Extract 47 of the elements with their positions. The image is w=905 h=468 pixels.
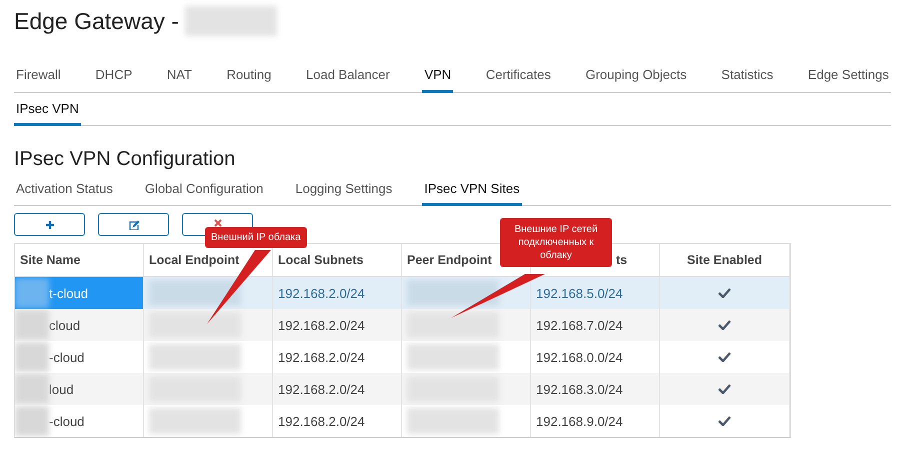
table-row[interactable]: t-cloud 192.168.2.0/24 192.168.5.0/24 [15, 277, 790, 309]
tab[interactable]: IPsec VPN Sites [422, 177, 522, 206]
blurred-area [15, 278, 49, 308]
tab[interactable]: Routing [224, 63, 274, 93]
tab[interactable]: Load Balancer [304, 63, 392, 93]
tab[interactable]: NAT [164, 63, 194, 93]
table-cell: 192.168.0.0/24 [536, 350, 623, 364]
tab[interactable]: Statistics [719, 63, 776, 93]
tab[interactable]: Firewall [14, 63, 63, 93]
tab[interactable]: Certificates [484, 63, 553, 93]
tab[interactable]: Activation Status [14, 177, 115, 206]
add-icon [44, 220, 54, 230]
table-cell: 192.168.5.0/24 [536, 286, 623, 300]
table-cell: 192.168.7.0/24 [536, 318, 623, 332]
tab[interactable]: Global Configuration [142, 177, 266, 206]
tab[interactable]: Edge Settings [806, 63, 891, 93]
table-cell: 192.168.2.0/24 [278, 286, 365, 300]
column-header: Site Enabled [660, 244, 790, 276]
callout-tooltip: Внешний IP облака [205, 227, 307, 248]
table-cell: 192.168.3.0/24 [536, 382, 623, 396]
edit-icon [128, 220, 140, 230]
callout-tooltip: Внешние IP сетей подключенных к облаку [500, 218, 612, 267]
edit-button[interactable] [98, 213, 169, 236]
tab[interactable]: IPsec VPN [14, 93, 81, 126]
table-row[interactable]: -cloud 192.168.2.0/24 192.168.9.0/24 [15, 405, 790, 437]
table-cell: t-cloud [49, 286, 88, 300]
tab[interactable]: VPN [422, 63, 454, 93]
table-row[interactable]: loud 192.168.2.0/24 192.168.3.0/24 [15, 373, 790, 405]
table-cell: 192.168.2.0/24 [278, 318, 365, 332]
table-cell: cloud [49, 318, 80, 332]
close-icon [214, 219, 222, 227]
add-button[interactable] [14, 213, 85, 236]
table-cell: 192.168.9.0/24 [536, 414, 623, 428]
table-row[interactable]: -cloud 192.168.2.0/24 192.168.0.0/24 [15, 341, 790, 373]
table-row[interactable]: cloud 192.168.2.0/24 192.168.7.0/24 [15, 309, 790, 341]
column-header: Site Name [15, 244, 144, 276]
section-title: IPsec VPN Configuration [14, 148, 236, 171]
table-cell: 192.168.2.0/24 [278, 414, 365, 428]
tab[interactable]: Logging Settings [293, 177, 394, 206]
page-title: Edge Gateway - [14, 8, 179, 34]
tab[interactable]: DHCP [93, 63, 134, 93]
table-cell: 192.168.2.0/24 [278, 382, 365, 396]
table-cell: loud [49, 382, 74, 396]
table-cell: -cloud [49, 414, 84, 428]
table-cell: 192.168.2.0/24 [278, 350, 365, 364]
tab[interactable]: Grouping Objects [583, 63, 689, 93]
table-cell: -cloud [49, 350, 84, 364]
